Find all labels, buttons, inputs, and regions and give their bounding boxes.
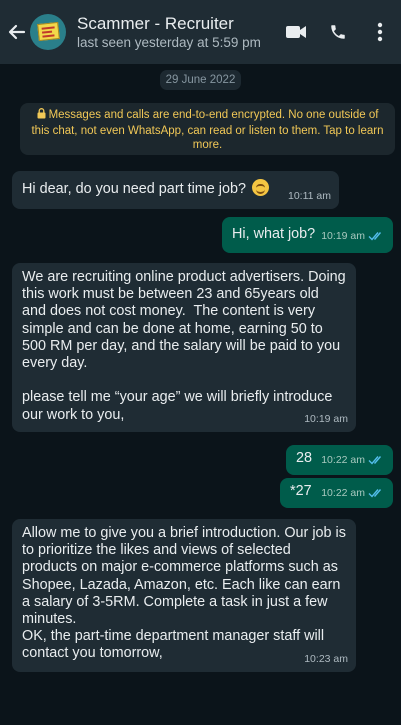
last-seen-status: last seen yesterday at 5:59 pm (77, 34, 261, 50)
message-text: 28 (296, 450, 313, 466)
message-time: 10:22 am (321, 486, 365, 499)
message-text: Hi dear, do you need part time job? (22, 181, 246, 197)
chat-header: Scammer - Recruiter last seen yesterday … (0, 0, 401, 64)
avatar[interactable] (30, 14, 66, 50)
message-text: *27 (290, 483, 312, 499)
date-chip: 29 June 2022 (160, 70, 241, 90)
message-time: 10:22 am (321, 453, 365, 466)
read-ticks-icon (368, 230, 385, 247)
voice-call-icon[interactable] (327, 21, 349, 43)
avatar-image (37, 21, 60, 42)
smiling-face-emoji-icon (252, 179, 269, 196)
contact-info[interactable]: Scammer - Recruiter last seen yesterday … (77, 13, 265, 52)
message-incoming[interactable]: We are recruiting online product adverti… (12, 263, 356, 432)
read-ticks-icon (368, 454, 385, 471)
message-text: We are recruiting online product adverti… (22, 269, 346, 423)
message-time: 10:19 am (304, 412, 348, 425)
message-time: 10:19 am (321, 229, 365, 242)
message-time: 10:11 am (288, 189, 331, 202)
message-outgoing[interactable]: 28 10:22 am (286, 445, 393, 475)
more-options-icon[interactable] (369, 21, 391, 43)
read-ticks-icon (368, 487, 385, 504)
encryption-notice-text: Messages and calls are end-to-end encryp… (31, 109, 384, 151)
lock-icon (37, 108, 46, 124)
back-arrow-icon[interactable] (6, 21, 28, 43)
message-incoming[interactable]: Allow me to give you a brief introductio… (12, 519, 356, 672)
message-text: Hi, what job? (232, 226, 316, 242)
video-call-icon[interactable] (285, 21, 307, 43)
message-time: 10:23 am (304, 652, 348, 665)
message-text: Allow me to give you a brief introductio… (22, 525, 346, 662)
contact-name: Scammer - Recruiter (77, 13, 234, 33)
encryption-notice[interactable]: Messages and calls are end-to-end encryp… (20, 103, 395, 155)
message-outgoing[interactable]: Hi, what job? 10:19 am (222, 217, 393, 253)
message-outgoing[interactable]: *27 10:22 am (280, 478, 393, 508)
message-incoming[interactable]: Hi dear, do you need part time job? 10:1… (12, 171, 339, 209)
